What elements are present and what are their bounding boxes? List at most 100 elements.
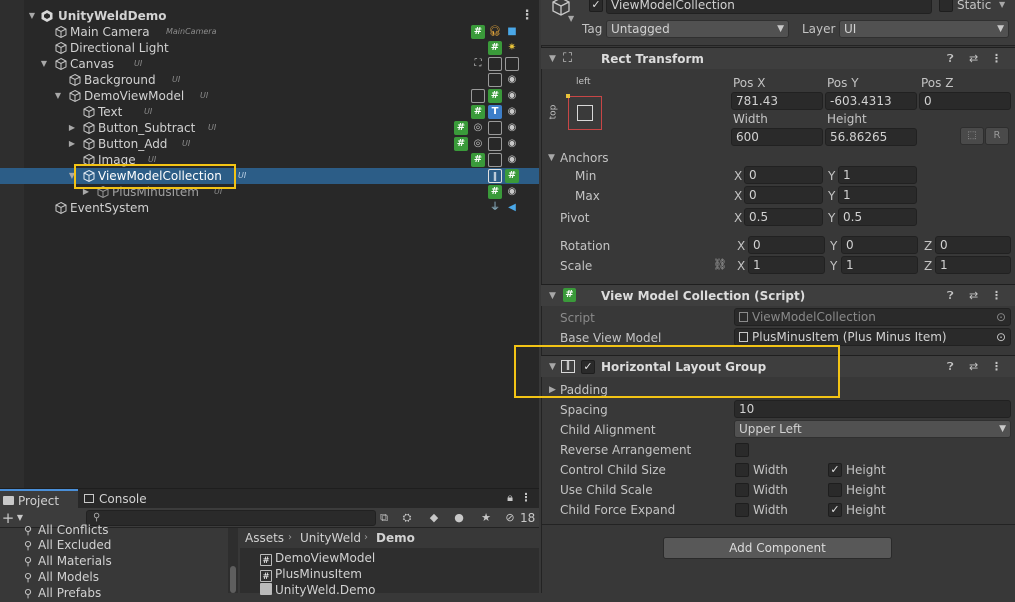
breadcrumb-item[interactable]: Assets <box>245 528 284 548</box>
script-icon[interactable]: # <box>471 105 485 119</box>
blueprint-mode-button[interactable]: ⬚ <box>960 127 984 145</box>
favorite-item[interactable]: ⚲ All Conflicts <box>24 522 108 538</box>
tag-dropdown[interactable]: Untagged ▼ <box>606 20 789 38</box>
help-icon[interactable]: ❓︎ <box>947 289 954 303</box>
view-model-collection-header[interactable]: ▼ # View Model Collection (Script) ❓︎ ⇄ … <box>541 284 1015 306</box>
scale-z-field[interactable]: 1 <box>935 256 1011 274</box>
light-icon[interactable]: ✷ <box>505 41 519 55</box>
visibility-eye-icon[interactable]: ◉ <box>505 89 519 103</box>
rotation-z-field[interactable]: 0 <box>935 236 1011 254</box>
pivot-y-field[interactable]: 0.5 <box>838 208 917 226</box>
asset-item[interactable]: # PlusMinusItem <box>260 566 362 582</box>
layer-dropdown[interactable]: UI ▼ <box>839 20 1009 38</box>
object-picker-icon[interactable]: ⊙ <box>996 329 1006 345</box>
script-icon[interactable]: # <box>505 169 519 183</box>
text-component-icon[interactable]: T <box>488 105 502 119</box>
constrain-proportions-icon[interactable]: ⛓ <box>713 258 727 271</box>
scale-width-checkbox[interactable] <box>735 483 749 497</box>
component-menu-icon[interactable]: ⋮ <box>991 360 1002 373</box>
script-icon[interactable]: # <box>471 153 485 167</box>
visibility-eye-icon[interactable]: ◉ <box>505 153 519 167</box>
horizontal-layout-group-header[interactable]: ▼ ‖ ✓ Horizontal Layout Group ❓︎ ⇄ ⋮ <box>541 355 1015 377</box>
component-menu-icon[interactable]: ⋮ <box>991 52 1002 65</box>
filter-log-icon[interactable]: ● <box>451 510 467 526</box>
script-icon[interactable]: # <box>454 121 468 135</box>
hierarchy-item-canvas[interactable]: ▼ Canvas UI ⛶ <box>0 56 539 72</box>
visibility-eye-icon[interactable]: ◉ <box>505 73 519 87</box>
hierarchy-item-image[interactable]: Image UI # ◉ <box>0 152 539 168</box>
button-component-icon[interactable]: ◎ <box>471 137 485 151</box>
rotation-x-field[interactable]: 0 <box>748 236 825 254</box>
filter-by-type-icon[interactable]: ⛭ <box>399 510 415 526</box>
expand-arrow-icon[interactable]: ▼ <box>26 8 38 24</box>
canvas-scaler-icon[interactable]: ⛶ <box>471 57 485 71</box>
rect-transform-header[interactable]: ▼ ⛶ Rect Transform ❓︎ ⇄ ⋮ <box>541 47 1015 69</box>
tab-project[interactable]: Project <box>0 489 78 509</box>
image-icon[interactable] <box>488 73 502 87</box>
spacing-field[interactable]: 10 <box>734 400 1011 418</box>
script-icon[interactable]: # <box>488 89 502 103</box>
collapse-arrow-icon[interactable]: ▶ <box>66 136 78 152</box>
breadcrumb-item[interactable]: Demo <box>376 528 415 548</box>
anchor-max-x-field[interactable]: 0 <box>744 186 823 204</box>
audio-listener-icon[interactable]: 🎧︎ <box>488 25 502 39</box>
visibility-eye-icon[interactable]: ◉ <box>505 137 519 151</box>
script-icon[interactable]: # <box>454 137 468 151</box>
favorite-item[interactable]: ⚲ All Materials <box>24 553 112 569</box>
scene-menu-icon[interactable]: ⋮ <box>520 9 534 23</box>
image-icon[interactable] <box>488 137 502 151</box>
hidden-packages-icon[interactable]: ⊘ <box>502 510 518 526</box>
control-width-checkbox[interactable] <box>735 463 749 477</box>
script-icon[interactable]: # <box>488 185 502 199</box>
collapse-arrow-icon[interactable]: ▶ <box>549 381 556 399</box>
project-search-input[interactable]: ⚲ <box>86 510 376 526</box>
breadcrumb-item[interactable]: UnityWeld <box>300 528 361 548</box>
anchor-min-y-field[interactable]: 1 <box>838 166 917 184</box>
camera-icon[interactable]: ■ <box>505 25 519 39</box>
hierarchy-item-viewmodelcollection[interactable]: ▼ ViewModelCollection UI ‖ # <box>0 168 539 184</box>
expand-width-checkbox[interactable] <box>735 503 749 517</box>
favorite-item[interactable]: ⚲ All Prefabs <box>24 585 101 601</box>
favorite-star-icon[interactable]: ★ <box>478 510 494 526</box>
chevron-down-icon[interactable]: ▼ <box>999 0 1005 9</box>
filter-by-label-icon[interactable]: ◆ <box>426 510 442 526</box>
button-component-icon[interactable]: ◎ <box>471 121 485 135</box>
expand-arrow-icon[interactable]: ▼ <box>548 149 555 167</box>
pos-y-field[interactable]: -603.4313 <box>825 92 917 110</box>
visibility-eye-icon[interactable]: ◉ <box>505 121 519 135</box>
image-icon[interactable] <box>471 89 485 103</box>
scale-x-field[interactable]: 1 <box>748 256 825 274</box>
active-checkbox[interactable]: ✓ <box>589 0 603 12</box>
raw-edit-button[interactable]: R <box>985 127 1009 145</box>
hierarchy-item-eventsystem[interactable]: EventSystem ⏚ ◀ <box>0 200 539 216</box>
anchor-max-y-field[interactable]: 1 <box>838 186 917 204</box>
chevron-down-icon[interactable]: ▼ <box>568 14 574 23</box>
hierarchy-item-directional-light[interactable]: Directional Light # ✷ <box>0 40 539 56</box>
expand-arrow-icon[interactable]: ▼ <box>549 356 556 378</box>
hierarchy-item-main-camera[interactable]: Main Camera MainCamera # 🎧︎ ■ <box>0 24 539 40</box>
favorite-item[interactable]: ⚲ All Models <box>24 569 99 585</box>
collapse-arrow-icon[interactable]: ▶ <box>66 120 78 136</box>
rotation-y-field[interactable]: 0 <box>841 236 918 254</box>
control-height-checkbox[interactable]: ✓ <box>828 463 842 477</box>
asset-item[interactable]: # DemoViewModel <box>260 550 375 566</box>
script-icon[interactable]: # <box>471 25 485 39</box>
lock-icon[interactable]: 🔒︎ <box>502 490 518 506</box>
static-checkbox[interactable] <box>939 0 953 12</box>
hierarchy-item-button-subtract[interactable]: ▶ Button_Subtract UI # ◎ ◉ <box>0 120 539 136</box>
reverse-arrangement-checkbox[interactable] <box>735 443 749 457</box>
preset-icon[interactable]: ⇄ <box>969 289 978 302</box>
event-system-icon[interactable]: ◀ <box>505 201 519 215</box>
collapse-arrow-icon[interactable]: ▶ <box>80 184 92 200</box>
object-name-field[interactable]: ViewModelCollection <box>606 0 932 14</box>
padding-label[interactable]: Padding <box>560 381 608 399</box>
preset-icon[interactable]: ⇄ <box>969 52 978 65</box>
script-icon[interactable]: # <box>488 41 502 55</box>
expand-arrow-icon[interactable]: ▼ <box>66 168 78 184</box>
image-icon[interactable] <box>488 153 502 167</box>
panel-menu-icon[interactable]: ⋮ <box>518 490 534 506</box>
width-field[interactable]: 600 <box>731 128 823 146</box>
component-enabled-checkbox[interactable]: ✓ <box>581 360 595 374</box>
expand-arrow-icon[interactable]: ▼ <box>549 48 556 70</box>
scrollbar-thumb[interactable] <box>230 566 236 593</box>
